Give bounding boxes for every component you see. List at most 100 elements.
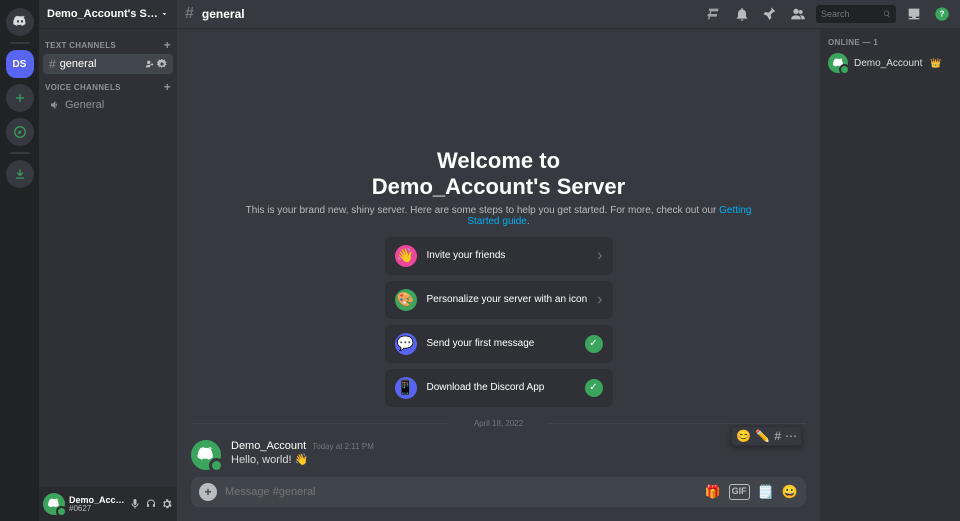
server-name: Demo_Account's Server [47, 8, 160, 20]
welcome-title: Welcome to Demo_Account's Server [239, 148, 759, 201]
mute-button[interactable] [129, 498, 141, 510]
composer: + 🎁 GIF 🗒️ 😀 [177, 477, 820, 521]
message-scroller[interactable]: Welcome to Demo_Account's Server This is… [177, 28, 820, 477]
welcome-subtitle: This is your brand new, shiny server. He… [239, 205, 759, 227]
chat-area: Welcome to Demo_Account's Server This is… [177, 28, 820, 521]
rail-separator [10, 152, 30, 154]
message-actions: 😊 ✏️ # ⋯ [731, 426, 802, 446]
user-panel: Demo_Acco... #0627 [39, 487, 177, 521]
channel-label: general [60, 58, 97, 70]
channel-list[interactable]: TEXT CHANNELS + # general VOICE CHANNELS… [39, 28, 177, 487]
server-rail: DS [0, 0, 39, 521]
attach-button[interactable]: + [199, 483, 217, 501]
channel-label: General [65, 99, 104, 111]
crown-icon: 👑 [930, 58, 941, 69]
add-reaction-button[interactable]: 😊 [736, 429, 751, 443]
message-input[interactable] [225, 486, 696, 498]
member-row[interactable]: Demo_Account 👑 [828, 51, 952, 75]
thread-button[interactable]: # [774, 429, 781, 443]
message-author[interactable]: Demo_Account [231, 440, 306, 452]
card-label: Download the Discord App [427, 382, 575, 393]
welcome-card-personalize[interactable]: 🎨 Personalize your server with an icon › [385, 281, 613, 319]
download-apps-button[interactable] [6, 160, 34, 188]
notifications-button[interactable] [732, 4, 752, 24]
welcome-block: Welcome to Demo_Account's Server This is… [239, 148, 759, 407]
user-settings-button[interactable] [161, 498, 173, 510]
inbox-button[interactable] [904, 4, 924, 24]
pinned-button[interactable] [760, 4, 780, 24]
search-icon [883, 9, 891, 19]
gear-icon[interactable] [157, 59, 167, 69]
add-server-button[interactable] [6, 84, 34, 112]
topbar: # general ? [177, 0, 960, 28]
server-icon[interactable]: DS [6, 50, 34, 78]
discord-logo-icon [196, 445, 216, 465]
threads-button[interactable] [704, 4, 724, 24]
channel-sidebar: Demo_Account's Server TEXT CHANNELS + # … [39, 0, 177, 521]
category-label: VOICE CHANNELS [45, 83, 121, 92]
deafen-button[interactable] [145, 498, 157, 510]
hash-icon: # [49, 57, 56, 71]
welcome-card-invite[interactable]: 👋 Invite your friends › [385, 237, 613, 275]
help-button[interactable]: ? [932, 4, 952, 24]
sticker-button[interactable]: 🗒️ [758, 484, 774, 500]
date-divider: April 18, 2022 [191, 419, 806, 428]
add-channel-button[interactable]: + [164, 38, 171, 52]
hash-icon: # [185, 5, 194, 23]
compass-icon [13, 125, 27, 139]
member-section: ONLINE — 1 [828, 38, 952, 47]
channel-general[interactable]: # general [43, 54, 173, 74]
voice-channels-category[interactable]: VOICE CHANNELS + [39, 74, 177, 96]
add-channel-button[interactable]: + [164, 80, 171, 94]
self-tag: #0627 [69, 505, 125, 513]
check-icon: ✓ [585, 335, 603, 353]
chevron-right-icon: › [597, 247, 602, 265]
gift-button[interactable]: 🎁 [704, 484, 720, 500]
invite-icon[interactable] [145, 59, 155, 69]
search-box[interactable] [816, 5, 896, 23]
discord-logo-icon [832, 57, 845, 70]
author-avatar[interactable] [191, 440, 221, 470]
member-name: Demo_Account [854, 58, 922, 69]
edit-button[interactable]: ✏️ [755, 429, 770, 443]
message-text: Hello, world! 👋 [231, 453, 806, 466]
invite-friends-icon: 👋 [395, 245, 417, 267]
self-avatar[interactable] [43, 493, 65, 515]
channel-title: general [202, 7, 245, 21]
card-label: Personalize your server with an icon [427, 294, 588, 305]
explore-servers-button[interactable] [6, 118, 34, 146]
welcome-card-first-message[interactable]: 💬 Send your first message ✓ [385, 325, 613, 363]
card-label: Invite your friends [427, 250, 588, 261]
personalize-icon: 🎨 [395, 289, 417, 311]
download-app-icon: 📱 [395, 377, 417, 399]
member-list-button[interactable] [788, 4, 808, 24]
message-timestamp: Today at 2:11 PM [312, 442, 374, 451]
rail-separator [10, 42, 30, 44]
voice-channel-general[interactable]: General [43, 96, 173, 114]
text-channels-category[interactable]: TEXT CHANNELS + [39, 32, 177, 54]
welcome-card-download[interactable]: 📱 Download the Discord App ✓ [385, 369, 613, 407]
first-message-icon: 💬 [395, 333, 417, 355]
speaker-icon [49, 99, 61, 111]
chevron-down-icon [160, 9, 169, 19]
member-avatar [828, 53, 848, 73]
server-header[interactable]: Demo_Account's Server [39, 0, 177, 28]
plus-icon [13, 91, 27, 105]
discord-logo-icon [47, 497, 61, 511]
gif-button[interactable]: GIF [729, 484, 750, 500]
home-button[interactable] [6, 8, 34, 36]
member-list[interactable]: ONLINE — 1 Demo_Account 👑 [820, 28, 960, 521]
self-info[interactable]: Demo_Acco... #0627 [69, 496, 125, 513]
more-button[interactable]: ⋯ [785, 429, 797, 443]
emoji-button[interactable]: 😀 [782, 484, 798, 500]
check-icon: ✓ [585, 379, 603, 397]
card-label: Send your first message [427, 338, 575, 349]
chevron-right-icon: › [597, 291, 602, 309]
main: # general ? Welcome to Demo_Account's Se… [177, 0, 960, 521]
message: Demo_Account Today at 2:11 PM Hello, wor… [191, 436, 806, 474]
search-input[interactable] [821, 9, 879, 19]
category-label: TEXT CHANNELS [45, 41, 116, 50]
composer-box[interactable]: + 🎁 GIF 🗒️ 😀 [191, 477, 806, 507]
discord-logo-icon [12, 14, 28, 30]
download-icon [13, 167, 27, 181]
